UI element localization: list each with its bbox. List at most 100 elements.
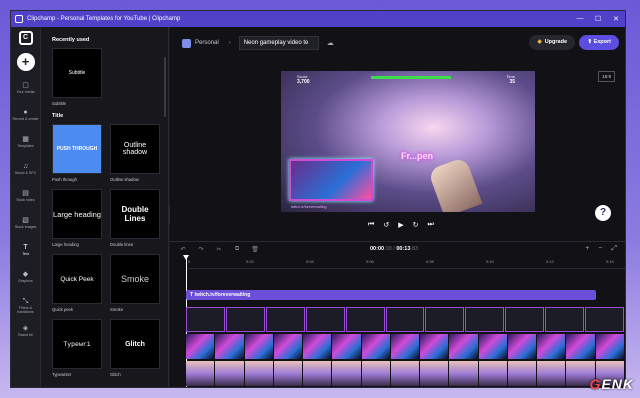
text-icon: T bbox=[23, 244, 28, 251]
rail-item-templates[interactable]: ▦ Templates bbox=[11, 135, 40, 162]
tile-push-through[interactable]: PUSH THROUGH Push through bbox=[52, 124, 102, 183]
playback-controls: ⏮ ↺ ▶ ↻ ⏭ bbox=[368, 221, 434, 229]
tile-label: Large heading bbox=[52, 242, 79, 247]
rail-item-stock-images[interactable]: ▧ Stock images bbox=[11, 216, 40, 243]
tile-label: Typewriter bbox=[52, 372, 72, 377]
title-clip[interactable]: T twitch.tv/foreverwaiting bbox=[186, 290, 596, 300]
breadcrumb[interactable]: Personal bbox=[195, 40, 219, 46]
filters-icon: ⤡ bbox=[22, 298, 29, 305]
redo-icon[interactable]: ↷ bbox=[196, 246, 206, 253]
project-name-input[interactable]: Neon gameplay video te bbox=[238, 36, 319, 50]
ruler-tick: 0:14 bbox=[606, 259, 614, 264]
minimize-button[interactable]: — bbox=[571, 15, 589, 23]
tile-thumb: Large heading bbox=[52, 189, 102, 239]
tile-thumb: Outline shadow bbox=[110, 124, 160, 174]
tile-glitch[interactable]: Glitch Glitch bbox=[110, 319, 160, 378]
tile-label: Smoke bbox=[110, 307, 124, 312]
rewind-5s-icon[interactable]: ↺ bbox=[383, 221, 389, 229]
rail-item-brand-kit[interactable]: ◈ Brand kit bbox=[11, 324, 40, 351]
tile-thumb: PUSH THROUGH bbox=[52, 124, 102, 174]
ruler-tick: 0:04 bbox=[306, 259, 314, 264]
create-new-button[interactable]: + bbox=[16, 53, 35, 71]
help-button[interactable]: ? bbox=[595, 205, 611, 221]
timecode: 00:00.00 / 00:13.83 bbox=[370, 246, 419, 252]
outline-track[interactable] bbox=[186, 307, 625, 332]
panel-scrollbar[interactable] bbox=[164, 57, 166, 117]
app-window: Clipchamp - Personal Templates for YouTu… bbox=[10, 10, 626, 388]
maximize-button[interactable]: ☐ bbox=[589, 15, 607, 23]
game-weapon bbox=[427, 156, 483, 212]
rail-item-record[interactable]: ● Record & create bbox=[11, 108, 40, 135]
close-button[interactable]: ✕ bbox=[607, 15, 625, 23]
rail-item-stock-video[interactable]: ▤ Stock video bbox=[11, 189, 40, 216]
ruler-tick: 0:06 bbox=[366, 259, 374, 264]
tile-thumb: Quick Peek bbox=[52, 254, 102, 304]
tile-double-lines[interactable]: Double Lines Double lines bbox=[110, 189, 160, 248]
zoom-controls: + − ⤢ bbox=[585, 245, 617, 253]
webcam-overlay bbox=[289, 159, 373, 201]
rail-item-your-media[interactable]: ▢ Your media bbox=[11, 81, 40, 108]
rail-item-filters[interactable]: ⤡ Filters & transitions bbox=[11, 297, 40, 324]
timeline-toolbar: ↶ ↷ ✂ ⧉ 🗑 00:00.00 / 00:13.83 + − ⤢ bbox=[170, 241, 625, 257]
tile-label: Double lines bbox=[110, 242, 134, 247]
clipchamp-logo[interactable]: C bbox=[18, 31, 33, 45]
cam-caption: twitch.tv/foreverwaiting bbox=[291, 205, 327, 209]
skip-back-icon[interactable]: ⏮ bbox=[368, 221, 374, 229]
tile-quick-peek[interactable]: Quick Peek Quick peek bbox=[52, 254, 102, 313]
tile-typewriter[interactable]: Typewri Typewriter bbox=[52, 319, 102, 378]
ruler-tick: 0:10 bbox=[486, 259, 494, 264]
export-button[interactable]: ⬆ Export bbox=[579, 35, 619, 50]
brand-kit-icon: ◈ bbox=[22, 325, 29, 332]
upgrade-button[interactable]: ◆ Upgrade bbox=[529, 35, 575, 50]
zoom-in-icon[interactable]: + bbox=[585, 245, 589, 253]
undo-icon[interactable]: ↶ bbox=[178, 246, 188, 253]
tile-label: Subtitle bbox=[52, 101, 66, 106]
tile-outline-shadow[interactable]: Outline shadow Outline shadow bbox=[110, 124, 160, 183]
skip-forward-icon[interactable]: ⏭ bbox=[427, 221, 433, 229]
gameplay-track[interactable] bbox=[186, 361, 625, 386]
fit-timeline-icon[interactable]: ⤢ bbox=[611, 245, 617, 253]
aspect-ratio-button[interactable]: 16:9 bbox=[598, 71, 615, 82]
tile-large-heading[interactable]: Large heading Large heading bbox=[52, 189, 102, 248]
rail-item-graphics[interactable]: ◆ Graphics bbox=[11, 270, 40, 297]
templates-icon: ▦ bbox=[22, 136, 29, 143]
title-grid: PUSH THROUGH Push through Outline shadow… bbox=[52, 124, 168, 378]
rail-item-text[interactable]: T Text bbox=[11, 243, 40, 270]
time-readout: Time 35 bbox=[506, 74, 515, 85]
rail-item-music[interactable]: ♫ Music & SFX bbox=[11, 162, 40, 189]
user-icon bbox=[182, 38, 191, 48]
tile-label: Outline shadow bbox=[110, 177, 139, 182]
split-icon[interactable]: ✂ bbox=[214, 246, 224, 253]
record-icon: ● bbox=[23, 109, 28, 116]
genk-watermark: GENK bbox=[589, 376, 634, 392]
tile-thumb: Glitch bbox=[110, 319, 160, 369]
title-bar: Clipchamp - Personal Templates for YouTu… bbox=[11, 11, 625, 27]
score-readout: Score 3,700 bbox=[297, 74, 310, 85]
tile-thumb: Subtitle bbox=[52, 48, 102, 98]
tile-thumb: Smoke bbox=[110, 254, 160, 304]
webcam-track[interactable] bbox=[186, 334, 625, 359]
tile-thumb: Double Lines bbox=[110, 189, 160, 239]
chevron-right-icon: › bbox=[228, 40, 231, 46]
ruler-tick: 0:12 bbox=[546, 259, 554, 264]
stock-images-icon: ▧ bbox=[22, 217, 29, 224]
recent-grid: Subtitle Subtitle bbox=[52, 48, 168, 107]
text-panel: Recently used Subtitle Subtitle Title PU… bbox=[41, 27, 169, 387]
health-bar bbox=[371, 76, 451, 79]
delete-icon[interactable]: 🗑 bbox=[250, 246, 260, 253]
ruler-tick: 0:08 bbox=[426, 259, 434, 264]
music-icon: ♫ bbox=[22, 163, 29, 170]
tile-subtitle[interactable]: Subtitle Subtitle bbox=[52, 48, 102, 107]
duplicate-icon[interactable]: ⧉ bbox=[232, 246, 242, 253]
stock-video-icon: ▤ bbox=[22, 190, 29, 197]
video-preview[interactable]: Score 3,700 Time 35 Fr...pen twitch.tv/for… bbox=[281, 71, 535, 212]
cloud-off-icon[interactable]: ☁ bbox=[327, 39, 334, 47]
editor-main: Personal › Neon gameplay video te ☁ ◆ Upg… bbox=[170, 27, 625, 387]
ruler-tick: 0:02 bbox=[246, 259, 254, 264]
play-icon[interactable]: ▶ bbox=[398, 221, 403, 229]
timeline-ruler[interactable]: 0 0:02 0:04 0:06 0:08 0:10 0:12 0:14 bbox=[186, 257, 625, 269]
tile-smoke[interactable]: Smoke Smoke bbox=[110, 254, 160, 313]
forward-5s-icon[interactable]: ↻ bbox=[413, 221, 419, 229]
window-controls: — ☐ ✕ bbox=[571, 15, 625, 23]
zoom-out-icon[interactable]: − bbox=[598, 245, 602, 253]
